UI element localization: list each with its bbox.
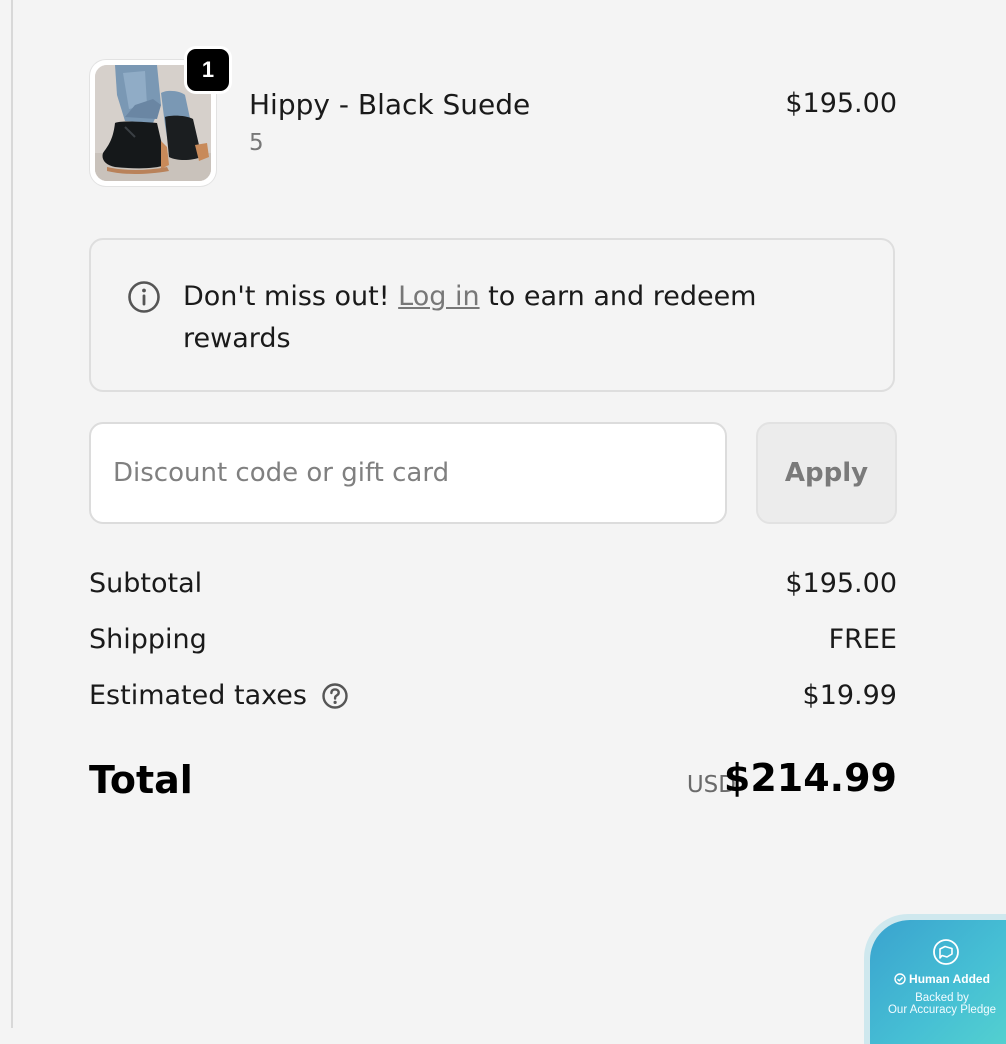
- pledge-line-2: Our Accuracy Pledge: [887, 1004, 997, 1016]
- product-name: Hippy - Black Suede: [249, 88, 531, 121]
- pledge-subtitle: Backed by Our Accuracy Pledge: [870, 992, 1006, 1016]
- rewards-notice-lead: Don't miss out!: [183, 281, 399, 312]
- taxes-label-group: Estimated taxes: [89, 680, 349, 711]
- login-link[interactable]: Log in: [398, 281, 479, 312]
- shipping-row: Shipping FREE: [89, 624, 897, 664]
- discount-code-input[interactable]: [89, 422, 727, 524]
- subtotal-value: $195.00: [785, 568, 897, 599]
- chat-bubble-icon: [933, 939, 959, 965]
- pledge-line-1: Backed by: [915, 992, 969, 1004]
- taxes-value: $19.99: [802, 680, 897, 711]
- shipping-label: Shipping: [89, 624, 207, 655]
- column-divider: [11, 0, 13, 1028]
- quantity-badge: 1: [187, 49, 229, 91]
- total-label: Total: [89, 758, 193, 802]
- pledge-title-text: Human Added: [909, 972, 990, 986]
- rewards-notice-text: Don't miss out! Log in to earn and redee…: [183, 276, 863, 360]
- info-icon: [128, 281, 160, 313]
- question-icon[interactable]: [321, 682, 349, 710]
- shipping-value: FREE: [828, 624, 897, 655]
- apply-discount-button[interactable]: Apply: [756, 422, 897, 524]
- total-amount: $214.99: [723, 756, 897, 800]
- product-price: $195.00: [785, 88, 897, 119]
- pledge-badge-body: Human Added Backed by Our Accuracy Pledg…: [870, 920, 1006, 1044]
- taxes-row: Estimated taxes $19.99: [89, 680, 897, 720]
- pledge-title: Human Added: [870, 972, 1006, 986]
- accuracy-pledge-badge[interactable]: Human Added Backed by Our Accuracy Pledg…: [864, 914, 1006, 1044]
- rewards-notice: Don't miss out! Log in to earn and redee…: [89, 238, 895, 392]
- product-variant: 5: [249, 130, 264, 156]
- taxes-label: Estimated taxes: [89, 680, 307, 711]
- subtotal-row: Subtotal $195.00: [89, 568, 897, 608]
- subtotal-label: Subtotal: [89, 568, 203, 599]
- check-circle-icon: [894, 973, 906, 985]
- cart-line-item: 1 Hippy - Black Suede 5 $195.00: [89, 49, 897, 190]
